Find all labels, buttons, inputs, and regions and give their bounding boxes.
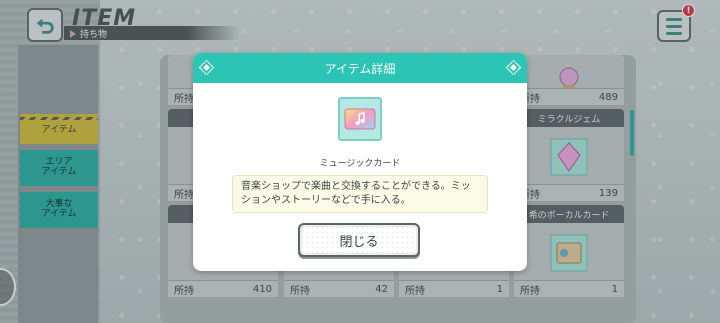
close-button[interactable]: 閉じる bbox=[298, 223, 420, 257]
dialog-header: アイテム詳細 bbox=[193, 53, 527, 83]
diamond-icon bbox=[200, 61, 213, 74]
music-card-icon bbox=[338, 97, 382, 141]
diamond-icon bbox=[507, 61, 520, 74]
dialog-title: アイテム詳細 bbox=[324, 61, 396, 76]
item-detail-dialog: アイテム詳細 ミュージックカード 音楽ショップで楽曲と交換することができる。ミッ… bbox=[193, 53, 527, 271]
item-description: 音楽ショップで楽曲と交換することができる。ミッションやストーリーなどで手に入る。 bbox=[232, 175, 488, 213]
item-name: ミュージックカード bbox=[319, 159, 401, 169]
